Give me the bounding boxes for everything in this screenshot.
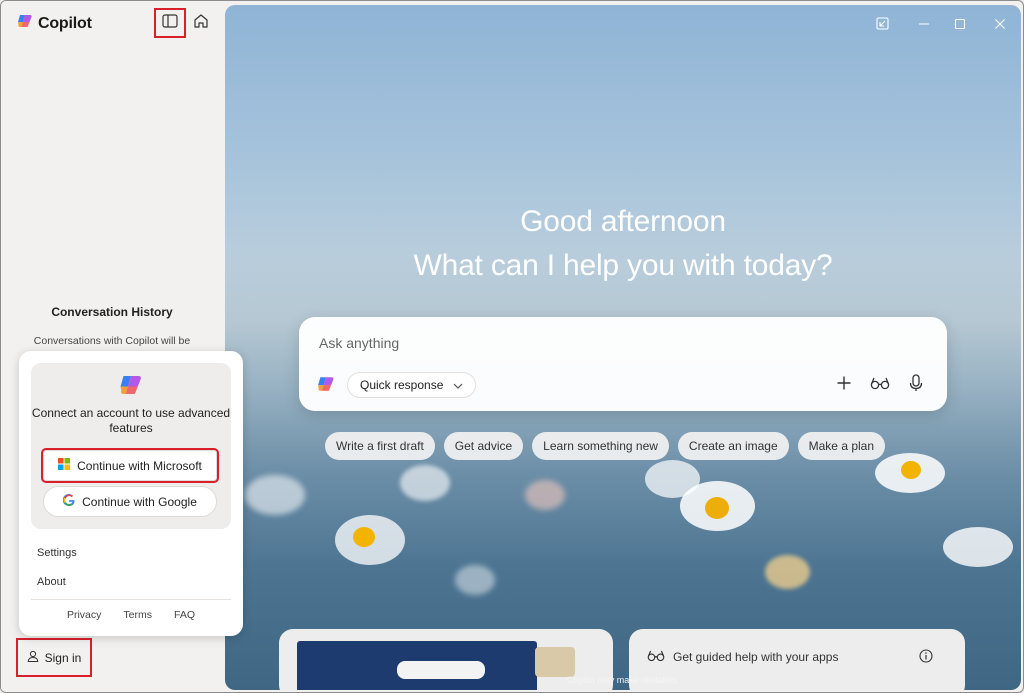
copilot-logo-icon [119,373,143,402]
suggestion-chip[interactable]: Make a plan [797,432,886,460]
voice-button[interactable] [905,373,927,397]
flower-decoration [455,565,495,595]
suggestion-chip[interactable]: Create an image [677,432,789,460]
person-icon [27,650,39,665]
suggestion-chip[interactable]: Write a first draft [325,432,435,460]
glasses-icon [647,649,665,665]
about-link[interactable]: About [37,576,66,588]
chevron-down-icon [453,378,463,392]
google-logo-icon [62,494,75,509]
pop-out-icon [875,17,889,35]
maximize-icon [954,17,966,35]
flower-center-decoration [353,527,375,547]
copilot-logo-icon [17,13,33,34]
plus-icon [836,375,852,396]
app-title: Copilot [38,14,92,32]
disclaimer: Copilot may make mistakes. [566,675,680,685]
settings-link[interactable]: Settings [37,547,77,559]
suggestion-chip[interactable]: Get advice [443,432,524,460]
history-subtitle: Conversations with Copilot will be [33,335,191,347]
glasses-icon [870,376,890,395]
popover-footer-links: Privacy Terms FAQ [19,609,243,621]
microsoft-logo-icon [58,458,71,473]
continue-with-google-label: Continue with Google [82,494,197,509]
brand: Copilot [17,13,92,34]
faq-link[interactable]: FAQ [174,609,195,621]
continue-with-google-button[interactable]: Continue with Google [43,486,217,517]
suggestion-chips: Write a first draft Get advice Learn som… [325,432,886,460]
history-title: Conversation History [51,305,173,319]
minimize-icon [918,17,930,35]
continue-with-microsoft-label: Continue with Microsoft [77,458,202,473]
maximize-button[interactable] [949,17,971,35]
minimize-button[interactable] [913,17,935,35]
response-mode-select[interactable]: Quick response [347,372,477,398]
flower-decoration [245,475,305,515]
connect-account-message: Connect an account to use advanced featu… [31,406,231,435]
flower-decoration [943,527,1013,567]
copilot-window: Copilot Conversation History Conversatio… [0,0,1024,693]
main-panel: Good afternoon What can I help you with … [225,5,1021,690]
divider [31,599,231,600]
flower-decoration [525,480,565,510]
pop-out-button[interactable] [871,17,893,35]
response-mode-label: Quick response [360,378,444,392]
close-icon [994,17,1006,35]
flower-center-decoration [901,461,921,479]
guided-help-row: Get guided help with your apps [647,649,838,665]
home-icon [193,13,209,34]
sidebar-toggle-icon [162,13,178,33]
connect-account-card: Connect an account to use advanced featu… [31,363,231,529]
microphone-icon [909,373,923,397]
continue-with-microsoft-button[interactable]: Continue with Microsoft [41,448,219,483]
ask-input[interactable] [319,335,819,351]
card-image-detail [535,647,575,677]
sidebar-toggle-button[interactable] [154,8,186,38]
add-button[interactable] [833,374,855,396]
sign-in-button[interactable]: Sign in [16,638,92,677]
vision-button[interactable] [869,374,891,396]
guided-help-label: Get guided help with your apps [673,650,839,664]
greeting-heading: Good afternoon [520,205,726,238]
flower-center-decoration [705,497,729,519]
suggestion-chip[interactable]: Learn something new [532,432,669,460]
sign-in-label: Sign in [44,650,82,665]
flower-decoration [765,555,810,589]
terms-link[interactable]: Terms [123,609,152,621]
prompt-heading: What can I help you with today? [413,249,833,282]
home-button[interactable] [187,10,215,36]
close-button[interactable] [989,17,1011,35]
flower-decoration [400,465,450,501]
composer: Quick response [299,317,947,411]
privacy-link[interactable]: Privacy [67,609,101,621]
copilot-logo-icon [317,375,335,398]
account-popover: Connect an account to use advanced featu… [19,351,243,636]
info-icon[interactable] [919,649,933,668]
